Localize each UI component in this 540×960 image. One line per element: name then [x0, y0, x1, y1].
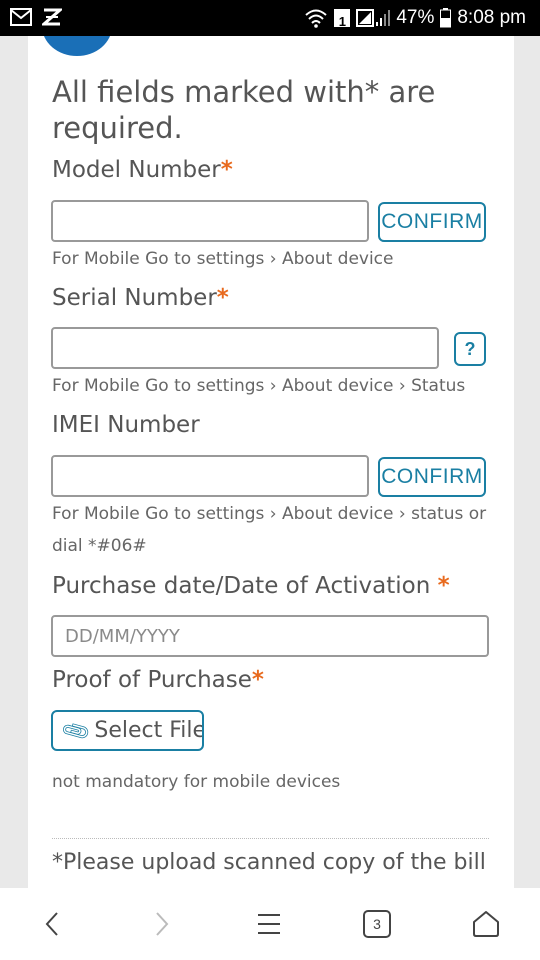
select-file-button[interactable]: 📎︎ Select File	[51, 710, 204, 751]
purchase-date-input[interactable]	[51, 615, 489, 657]
clock: 8:08 pm	[457, 7, 526, 28]
serial-number-hint: For Mobile Go to settings › About device…	[52, 376, 466, 396]
required-star: *	[251, 667, 264, 693]
paperclip-icon: 📎︎	[58, 713, 93, 748]
serial-help-button[interactable]: ?	[454, 332, 486, 366]
wifi-icon	[305, 9, 327, 28]
battery-icon	[440, 8, 452, 28]
menu-button[interactable]	[247, 904, 291, 944]
chevron-right-icon	[156, 912, 169, 936]
back-button[interactable]	[30, 904, 74, 944]
battery-percent: 47%	[396, 7, 435, 28]
required-star: *	[437, 573, 450, 599]
divider	[52, 838, 489, 839]
proof-of-purchase-label: Proof of Purchase*	[52, 667, 264, 693]
menu-icon	[258, 914, 280, 934]
imei-confirm-button[interactable]: CONFIRM	[378, 457, 486, 497]
proof-hint: not mandatory for mobile devices	[52, 772, 341, 792]
model-confirm-button[interactable]: CONFIRM	[378, 202, 486, 242]
required-star: *	[216, 285, 229, 311]
header-logo-circle	[42, 36, 112, 56]
chevron-left-icon	[45, 912, 58, 936]
purchase-date-label: Purchase date/Date of Activation *	[52, 573, 450, 599]
home-button[interactable]	[464, 904, 508, 944]
model-number-label: Model Number*	[52, 157, 233, 183]
required-fields-note: All fields marked with* are required.	[52, 75, 436, 145]
tabs-button[interactable]: 3	[355, 904, 399, 944]
gmail-icon	[10, 8, 32, 26]
imei-number-label: IMEI Number	[52, 412, 200, 438]
status-bar: 1 47% 8:08 pm	[0, 0, 540, 36]
browser-bottom-bar: 3	[0, 888, 540, 960]
serial-number-label: Serial Number*	[52, 285, 229, 311]
home-icon	[473, 911, 499, 937]
tabs-count: 3	[363, 910, 391, 938]
forward-button[interactable]	[140, 904, 184, 944]
imei-number-hint: For Mobile Go to settings › About device…	[52, 504, 487, 556]
registration-form-card: All fields marked with* are required. Mo…	[28, 36, 514, 888]
model-number-hint: For Mobile Go to settings › About device	[52, 249, 394, 269]
serial-number-input[interactable]	[51, 327, 439, 369]
imei-number-input[interactable]	[51, 455, 369, 497]
required-star: *	[220, 157, 233, 183]
signal-icon	[356, 9, 391, 27]
app-notification-icon	[42, 8, 62, 26]
model-number-input[interactable]	[51, 200, 369, 242]
bill-upload-note: *Please upload scanned copy of the bill	[52, 850, 486, 875]
sim-badge: 1	[334, 9, 351, 29]
